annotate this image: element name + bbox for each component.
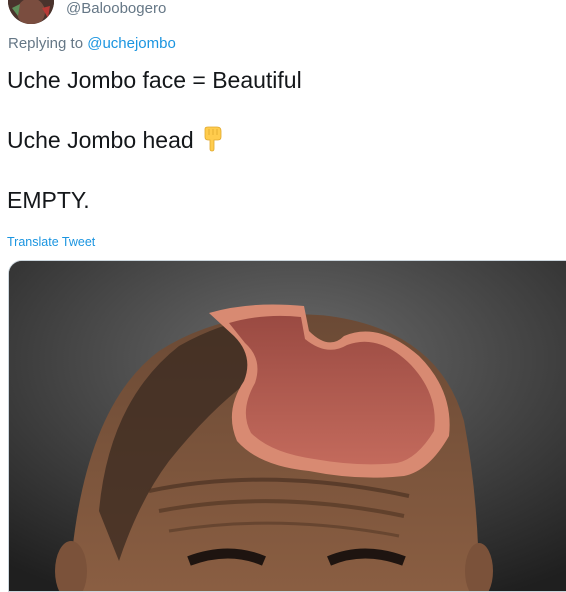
replying-to-link[interactable]: @uchejombo [87, 35, 176, 52]
user-handle[interactable]: @Baloobogero [66, 0, 166, 18]
replying-prefix: Replying to [8, 35, 88, 52]
tweet-text-line-2-text: Uche Jombo head [7, 127, 194, 153]
replying-to: Replying to @uchejombo [8, 35, 176, 53]
tweet-text-line-3: EMPTY. [7, 187, 90, 213]
pointing-down-icon [202, 126, 224, 158]
tweet-text-line-1: Uche Jombo face = Beautiful [7, 67, 302, 93]
tweet-media-image[interactable] [8, 260, 566, 592]
translate-tweet-link[interactable]: Translate Tweet [7, 234, 95, 250]
tweet-text-line-2: Uche Jombo head [7, 126, 224, 158]
avatar[interactable] [8, 0, 54, 24]
